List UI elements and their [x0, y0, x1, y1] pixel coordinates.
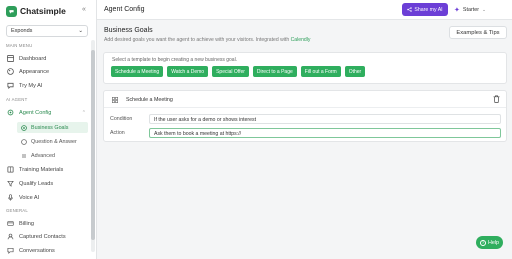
calendly-link[interactable]: Calendly — [291, 37, 311, 43]
goal-card: Schedule a Meeting Condition If the user… — [103, 90, 507, 142]
palette-icon — [6, 68, 14, 76]
trash-icon[interactable] — [493, 95, 500, 103]
plan-dropdown[interactable]: ✦ Starter ⌄ — [454, 4, 486, 15]
share-icon — [407, 7, 413, 12]
chevron-down-icon: ⌄ — [78, 28, 83, 34]
condition-label: Condition — [110, 116, 133, 122]
sidebar-item-label: Dashboard — [19, 55, 47, 62]
sliders-icon — [20, 152, 27, 159]
collapse-sidebar-icon[interactable]: « — [82, 6, 86, 13]
section-subtitle: Add desired goals you want the agent to … — [104, 37, 310, 43]
template-other-button[interactable]: Other — [344, 66, 366, 77]
section-label-ai-agent: AI AGENT — [6, 97, 28, 102]
tips-button-label: Examples & Tips — [456, 29, 500, 36]
sidebar-item-label: Agent Config — [19, 109, 52, 116]
sidebar-item-label: Conversations — [19, 247, 55, 254]
filter-icon — [6, 180, 14, 188]
section-label-main-menu: MAIN MENU — [6, 43, 33, 48]
template-watch-demo-button[interactable]: Watch a Demo — [167, 66, 209, 77]
billing-icon — [6, 220, 14, 228]
dashboard-icon — [6, 55, 14, 63]
question-icon — [20, 138, 27, 145]
topbar: Agent Config Share my AI ✦ Starter ⌄ — [97, 0, 512, 20]
book-icon — [6, 166, 14, 174]
action-label: Action — [110, 130, 125, 136]
sidebar-item-qualify-leads[interactable]: Qualify Leads — [6, 178, 88, 189]
action-input[interactable]: Ask them to book a meeting at https:// — [149, 128, 501, 138]
help-icon: ? — [479, 239, 486, 246]
template-direct-to-page-button[interactable]: Direct to a Page — [252, 66, 297, 77]
brand-name: Chatsimple — [20, 6, 66, 16]
template-button-group: Schedule a Meeting Watch a Demo Special … — [111, 66, 366, 77]
sidebar-item-label: Training Materials — [19, 166, 64, 173]
examples-tips-button[interactable]: Examples & Tips — [449, 26, 507, 39]
sidebar-item-label: Qualify Leads — [19, 180, 54, 187]
sidebar-item-billing[interactable]: Billing — [6, 218, 88, 229]
chatsimple-logo-icon — [6, 5, 17, 17]
target-icon — [20, 124, 27, 131]
scrollbar-thumb[interactable] — [91, 50, 95, 240]
goal-title: Schedule a Meeting — [126, 97, 173, 103]
sidebar-item-advanced[interactable]: Advanced — [17, 150, 88, 161]
chat-icon — [6, 82, 14, 90]
section-label-general: GENERAL — [6, 208, 28, 213]
sidebar-item-label: Question & Answer — [31, 138, 77, 145]
chevron-down-icon: ⌄ — [482, 6, 486, 12]
sidebar-item-dashboard[interactable]: Dashboard — [6, 53, 88, 64]
sidebar-item-try-my-ai[interactable]: Try My AI — [6, 80, 88, 91]
help-label: Help — [487, 239, 500, 246]
help-button[interactable]: ? Help — [476, 236, 503, 249]
sidebar-item-label: Billing — [19, 220, 34, 227]
workspace-value: Exponds — [11, 28, 33, 34]
mic-icon — [6, 194, 14, 202]
chevron-up-icon: ⌃ — [81, 109, 86, 116]
template-special-offer-button[interactable]: Special Offer — [212, 66, 249, 77]
share-my-ai-button[interactable]: Share my AI — [402, 3, 448, 16]
template-fill-form-button[interactable]: Fill out a Form — [300, 66, 341, 77]
drag-grid-icon[interactable] — [112, 97, 118, 103]
sidebar-item-label: Captured Contacts — [19, 233, 66, 240]
gear-icon — [6, 109, 14, 117]
sidebar-item-training-materials[interactable]: Training Materials — [6, 164, 88, 175]
conversation-icon — [6, 247, 14, 255]
goal-header: Schedule a Meeting — [104, 91, 506, 108]
plan-label: Starter — [462, 6, 480, 13]
page-title: Agent Config — [104, 6, 145, 13]
sidebar-item-captured-contacts[interactable]: Captured Contacts — [6, 231, 88, 242]
subtitle-text: Add desired goals you want the agent to … — [104, 37, 291, 43]
sparkle-icon: ✦ — [454, 6, 460, 14]
sidebar-scrollbar[interactable] — [91, 40, 95, 252]
brand-logo[interactable]: Chatsimple — [6, 5, 66, 17]
sidebar: Chatsimple « Exponds ⌄ MAIN MENU Dashboa… — [0, 0, 97, 259]
sidebar-item-question-answer[interactable]: Question & Answer — [17, 136, 88, 147]
template-card: Select a template to begin creating a ne… — [103, 52, 507, 84]
sidebar-item-label: Advanced — [31, 152, 55, 159]
workspace-select[interactable]: Exponds ⌄ — [6, 25, 88, 37]
sidebar-item-label: Try My AI — [19, 82, 43, 89]
sidebar-item-label: Business Goals — [31, 124, 69, 131]
sidebar-item-business-goals[interactable]: Business Goals — [17, 122, 88, 133]
sidebar-item-agent-config[interactable]: Agent Config ⌃ — [6, 107, 88, 118]
sidebar-item-conversations[interactable]: Conversations — [6, 245, 88, 256]
sidebar-item-voice-ai[interactable]: Voice AI — [6, 192, 88, 203]
sidebar-item-label: Appearance — [19, 68, 50, 75]
template-hint: Select a template to begin creating a ne… — [112, 57, 238, 63]
condition-input[interactable]: If the user asks for a demo or shows int… — [149, 114, 501, 124]
contacts-icon — [6, 233, 14, 241]
section-title: Business Goals — [104, 27, 153, 34]
template-schedule-meeting-button[interactable]: Schedule a Meeting — [111, 66, 164, 77]
sidebar-item-label: Voice AI — [19, 194, 40, 201]
sidebar-item-appearance[interactable]: Appearance — [6, 66, 88, 77]
share-button-label: Share my AI — [414, 6, 443, 13]
